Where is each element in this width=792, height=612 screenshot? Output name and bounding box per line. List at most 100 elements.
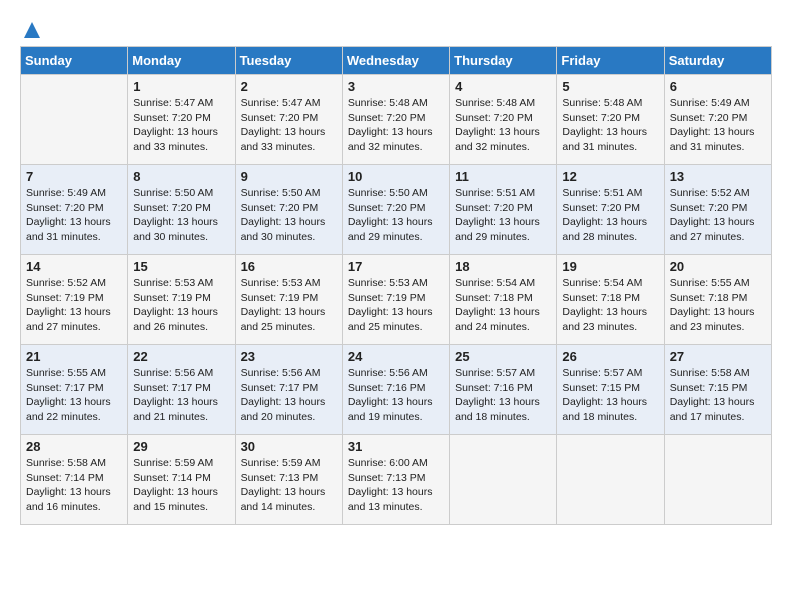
calendar-cell: 8Sunrise: 5:50 AM Sunset: 7:20 PM Daylig…: [128, 165, 235, 255]
cell-content: Sunrise: 5:52 AM Sunset: 7:20 PM Dayligh…: [670, 186, 766, 245]
calendar-cell: 17 Sunrise: 5:53 AM Sunset: 7:19 PM Dayli…: [342, 255, 449, 345]
calendar-cell: 15Sunrise: 5:53 AM Sunset: 7:19 PM Dayli…: [128, 255, 235, 345]
day-number: 4: [455, 79, 551, 94]
week-row-1: 1 Sunrise: 5:47 AM Sunset: 7:20 PM Daylig…: [21, 75, 772, 165]
day-number: 31: [348, 439, 444, 454]
cell-content: Sunrise: 5:50 AM Sunset: 7:20 PM Dayligh…: [241, 186, 337, 245]
calendar-cell: 10 Sunrise: 5:50 AM Sunset: 7:20 PM Dayli…: [342, 165, 449, 255]
day-number: 29: [133, 439, 229, 454]
cell-content: Sunrise: 5:51 AM Sunset: 7:20 PM Dayligh…: [455, 186, 551, 245]
calendar-cell: 4 Sunrise: 5:48 AM Sunset: 7:20 PM Daylig…: [450, 75, 557, 165]
logo-icon: [22, 20, 42, 40]
cell-content: Sunrise: 5:49 AM Sunset: 7:20 PM Dayligh…: [26, 186, 122, 245]
header-wednesday: Wednesday: [342, 47, 449, 75]
calendar-table: SundayMondayTuesdayWednesdayThursdayFrid…: [20, 46, 772, 525]
cell-content: Sunrise: 5:50 AM Sunset: 7:20 PM Dayligh…: [133, 186, 229, 245]
cell-content: Sunrise: 5:54 AM Sunset: 7:18 PM Dayligh…: [455, 276, 551, 335]
calendar-cell: 31 Sunrise: 6:00 AM Sunset: 7:13 PM Dayli…: [342, 435, 449, 525]
calendar-cell: 21 Sunrise: 5:55 AM Sunset: 7:17 PM Dayli…: [21, 345, 128, 435]
day-number: 3: [348, 79, 444, 94]
day-number: 11: [455, 169, 551, 184]
day-number: 7: [26, 169, 122, 184]
day-number: 10: [348, 169, 444, 184]
day-number: 25: [455, 349, 551, 364]
cell-content: Sunrise: 5:52 AM Sunset: 7:19 PM Dayligh…: [26, 276, 122, 335]
day-number: 9: [241, 169, 337, 184]
cell-content: Sunrise: 5:58 AM Sunset: 7:15 PM Dayligh…: [670, 366, 766, 425]
day-number: 30: [241, 439, 337, 454]
cell-content: Sunrise: 5:48 AM Sunset: 7:20 PM Dayligh…: [348, 96, 444, 155]
calendar-cell: [21, 75, 128, 165]
calendar-cell: 27 Sunrise: 5:58 AM Sunset: 7:15 PM Dayli…: [664, 345, 771, 435]
calendar-cell: 30 Sunrise: 5:59 AM Sunset: 7:13 PM Dayli…: [235, 435, 342, 525]
cell-content: Sunrise: 5:55 AM Sunset: 7:18 PM Dayligh…: [670, 276, 766, 335]
day-number: 19: [562, 259, 658, 274]
day-number: 27: [670, 349, 766, 364]
week-row-3: 14Sunrise: 5:52 AM Sunset: 7:19 PM Dayli…: [21, 255, 772, 345]
cell-content: Sunrise: 5:48 AM Sunset: 7:20 PM Dayligh…: [455, 96, 551, 155]
calendar-cell: 24 Sunrise: 5:56 AM Sunset: 7:16 PM Dayli…: [342, 345, 449, 435]
calendar-cell: 23Sunrise: 5:56 AM Sunset: 7:17 PM Dayli…: [235, 345, 342, 435]
day-number: 16: [241, 259, 337, 274]
header-saturday: Saturday: [664, 47, 771, 75]
header-thursday: Thursday: [450, 47, 557, 75]
calendar-cell: 25 Sunrise: 5:57 AM Sunset: 7:16 PM Dayli…: [450, 345, 557, 435]
cell-content: Sunrise: 5:56 AM Sunset: 7:16 PM Dayligh…: [348, 366, 444, 425]
calendar-cell: 2 Sunrise: 5:47 AM Sunset: 7:20 PM Daylig…: [235, 75, 342, 165]
day-number: 18: [455, 259, 551, 274]
header-monday: Monday: [128, 47, 235, 75]
calendar-cell: 29 Sunrise: 5:59 AM Sunset: 7:14 PM Dayli…: [128, 435, 235, 525]
calendar-cell: 9 Sunrise: 5:50 AM Sunset: 7:20 PM Daylig…: [235, 165, 342, 255]
day-number: 6: [670, 79, 766, 94]
cell-content: Sunrise: 5:53 AM Sunset: 7:19 PM Dayligh…: [133, 276, 229, 335]
day-number: 2: [241, 79, 337, 94]
logo: [20, 20, 42, 36]
cell-content: Sunrise: 5:59 AM Sunset: 7:14 PM Dayligh…: [133, 456, 229, 515]
cell-content: Sunrise: 5:50 AM Sunset: 7:20 PM Dayligh…: [348, 186, 444, 245]
cell-content: Sunrise: 5:55 AM Sunset: 7:17 PM Dayligh…: [26, 366, 122, 425]
cell-content: Sunrise: 5:57 AM Sunset: 7:16 PM Dayligh…: [455, 366, 551, 425]
day-number: 24: [348, 349, 444, 364]
cell-content: Sunrise: 5:57 AM Sunset: 7:15 PM Dayligh…: [562, 366, 658, 425]
cell-content: Sunrise: 5:53 AM Sunset: 7:19 PM Dayligh…: [348, 276, 444, 335]
calendar-cell: 19 Sunrise: 5:54 AM Sunset: 7:18 PM Dayli…: [557, 255, 664, 345]
calendar-cell: 3 Sunrise: 5:48 AM Sunset: 7:20 PM Daylig…: [342, 75, 449, 165]
day-number: 12: [562, 169, 658, 184]
cell-content: Sunrise: 5:56 AM Sunset: 7:17 PM Dayligh…: [133, 366, 229, 425]
day-number: 28: [26, 439, 122, 454]
calendar-cell: 13 Sunrise: 5:52 AM Sunset: 7:20 PM Dayli…: [664, 165, 771, 255]
calendar-cell: [664, 435, 771, 525]
cell-content: Sunrise: 5:53 AM Sunset: 7:19 PM Dayligh…: [241, 276, 337, 335]
week-row-2: 7 Sunrise: 5:49 AM Sunset: 7:20 PM Daylig…: [21, 165, 772, 255]
header-friday: Friday: [557, 47, 664, 75]
calendar-cell: 14Sunrise: 5:52 AM Sunset: 7:19 PM Dayli…: [21, 255, 128, 345]
cell-content: Sunrise: 5:54 AM Sunset: 7:18 PM Dayligh…: [562, 276, 658, 335]
day-number: 5: [562, 79, 658, 94]
cell-content: Sunrise: 6:00 AM Sunset: 7:13 PM Dayligh…: [348, 456, 444, 515]
calendar-cell: 28 Sunrise: 5:58 AM Sunset: 7:14 PM Dayli…: [21, 435, 128, 525]
week-row-5: 28 Sunrise: 5:58 AM Sunset: 7:14 PM Dayli…: [21, 435, 772, 525]
day-number: 17: [348, 259, 444, 274]
calendar-cell: 6 Sunrise: 5:49 AM Sunset: 7:20 PM Daylig…: [664, 75, 771, 165]
week-row-4: 21 Sunrise: 5:55 AM Sunset: 7:17 PM Dayli…: [21, 345, 772, 435]
day-number: 20: [670, 259, 766, 274]
calendar-cell: 7 Sunrise: 5:49 AM Sunset: 7:20 PM Daylig…: [21, 165, 128, 255]
header-sunday: Sunday: [21, 47, 128, 75]
calendar-cell: 11 Sunrise: 5:51 AM Sunset: 7:20 PM Dayli…: [450, 165, 557, 255]
cell-content: Sunrise: 5:51 AM Sunset: 7:20 PM Dayligh…: [562, 186, 658, 245]
cell-content: Sunrise: 5:47 AM Sunset: 7:20 PM Dayligh…: [241, 96, 337, 155]
header-tuesday: Tuesday: [235, 47, 342, 75]
calendar-cell: 16 Sunrise: 5:53 AM Sunset: 7:19 PM Dayli…: [235, 255, 342, 345]
cell-content: Sunrise: 5:59 AM Sunset: 7:13 PM Dayligh…: [241, 456, 337, 515]
calendar-cell: 18 Sunrise: 5:54 AM Sunset: 7:18 PM Dayli…: [450, 255, 557, 345]
cell-content: Sunrise: 5:47 AM Sunset: 7:20 PM Dayligh…: [133, 96, 229, 155]
calendar-cell: 20 Sunrise: 5:55 AM Sunset: 7:18 PM Dayli…: [664, 255, 771, 345]
calendar-cell: 26 Sunrise: 5:57 AM Sunset: 7:15 PM Dayli…: [557, 345, 664, 435]
day-number: 1: [133, 79, 229, 94]
day-number: 13: [670, 169, 766, 184]
cell-content: Sunrise: 5:58 AM Sunset: 7:14 PM Dayligh…: [26, 456, 122, 515]
cell-content: Sunrise: 5:49 AM Sunset: 7:20 PM Dayligh…: [670, 96, 766, 155]
page-header: [20, 20, 772, 36]
day-number: 26: [562, 349, 658, 364]
day-number: 21: [26, 349, 122, 364]
